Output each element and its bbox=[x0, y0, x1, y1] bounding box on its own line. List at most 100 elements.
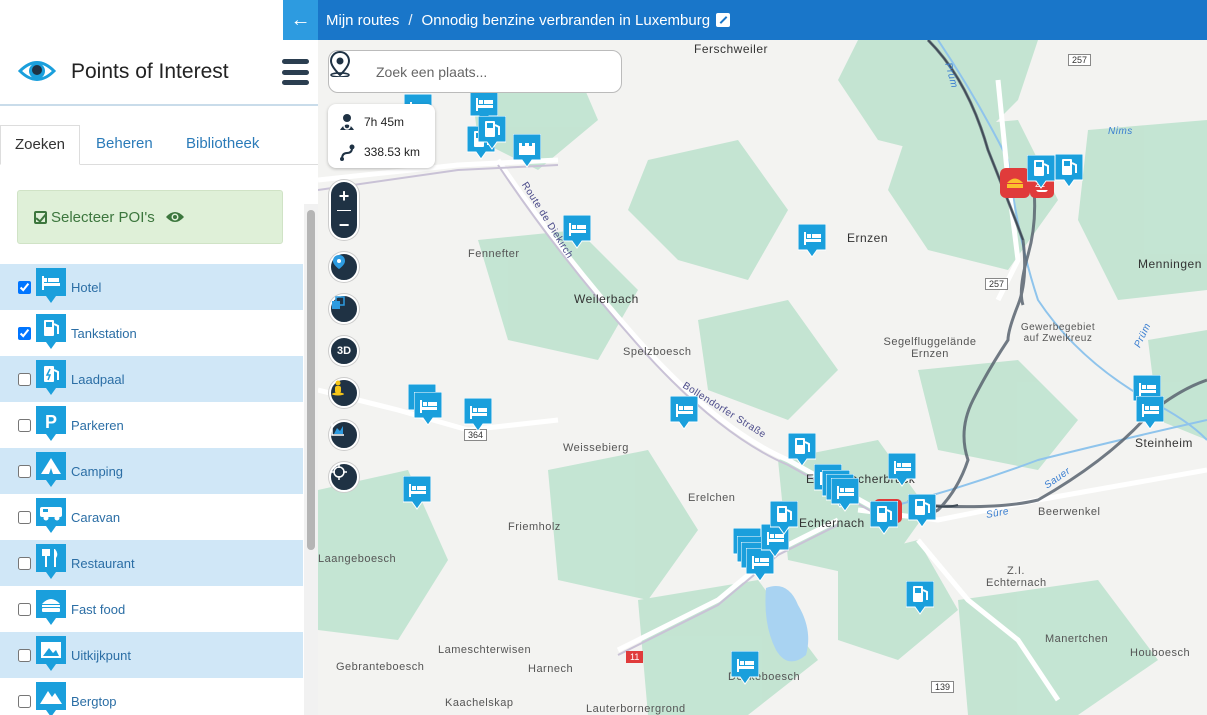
map-label-friemholz: Friemholz bbox=[508, 521, 561, 533]
hotel-marker[interactable] bbox=[888, 453, 916, 487]
select-poi-button[interactable]: Selecteer POI's bbox=[17, 190, 283, 244]
fuel-marker[interactable] bbox=[478, 116, 506, 150]
hotel-marker[interactable] bbox=[403, 476, 431, 510]
map-label-zi-echternach: Z.I. Echternach bbox=[986, 565, 1047, 589]
poi-checkbox[interactable] bbox=[18, 602, 31, 616]
arrow-left-icon: ← bbox=[290, 8, 311, 31]
map-label-spelzboesch: Spelzboesch bbox=[623, 346, 692, 358]
tab-zoeken[interactable]: Zoeken bbox=[0, 125, 80, 165]
map-label-weissebierg: Weissebierg bbox=[563, 442, 629, 454]
fuel-marker[interactable] bbox=[770, 501, 798, 535]
map-label-houboesch: Houboesch bbox=[1130, 647, 1191, 659]
fastfood-warning-icon[interactable] bbox=[1000, 168, 1030, 198]
tab-bibliotheek[interactable]: Bibliotheek bbox=[186, 125, 259, 165]
hotel-marker[interactable] bbox=[831, 478, 859, 512]
map-label-segelfluggelande: Segelfluggelände Ernzen bbox=[883, 336, 977, 360]
restaurant-icon bbox=[36, 544, 66, 579]
poi-item-bergtop[interactable]: Bergtop bbox=[0, 678, 303, 715]
road-shield: 257 bbox=[985, 278, 1009, 290]
breadcrumb-current: Onnodig benzine verbranden in Luxemburg bbox=[421, 11, 711, 29]
poi-item-caravan[interactable]: Caravan bbox=[0, 494, 303, 540]
map-label-lameschterwisen: Lameschterwisen bbox=[438, 644, 532, 656]
poi-item-uitkijkpunt[interactable]: Uitkijkpunt bbox=[0, 632, 303, 678]
poi-checkbox[interactable] bbox=[18, 648, 31, 662]
hotel-marker[interactable] bbox=[731, 651, 759, 685]
poi-checkbox[interactable] bbox=[18, 280, 31, 294]
poi-item-tankstation[interactable]: Tankstation bbox=[0, 310, 303, 356]
hotel-marker[interactable] bbox=[464, 398, 492, 432]
castle-marker[interactable] bbox=[513, 134, 541, 168]
sidebar: Points of Interest Zoeken Beheren Biblio… bbox=[0, 40, 318, 715]
scrollbar-thumb[interactable] bbox=[307, 210, 315, 550]
search-input[interactable] bbox=[376, 63, 606, 80]
hotel-marker[interactable] bbox=[563, 215, 591, 249]
map-label-laangeboesch: Laangeboesch bbox=[318, 553, 397, 565]
breadcrumb: Mijn routes / Onnodig benzine verbranden… bbox=[326, 0, 731, 40]
poi-checkbox[interactable] bbox=[18, 556, 31, 570]
poi-checkbox[interactable] bbox=[18, 418, 31, 432]
fuel-marker[interactable] bbox=[1055, 154, 1083, 188]
map-label-gebranteboesch: Gebranteboesch bbox=[336, 661, 425, 673]
elevation-button[interactable] bbox=[329, 420, 359, 450]
poi-item-fast-food[interactable]: Fast food bbox=[0, 586, 303, 632]
breadcrumb-root[interactable]: Mijn routes bbox=[326, 12, 399, 29]
edit-icon[interactable] bbox=[716, 13, 731, 27]
road-shield: 257 bbox=[1068, 54, 1092, 66]
route-distance-icon bbox=[340, 144, 355, 161]
hotel-marker[interactable] bbox=[670, 396, 698, 430]
sidebar-scrollbar[interactable] bbox=[304, 204, 318, 715]
back-button[interactable]: ← bbox=[283, 0, 318, 40]
eye-icon bbox=[18, 61, 56, 81]
poi-checkbox[interactable] bbox=[18, 510, 31, 524]
map-canvas[interactable]: Ferschweiler Ernzen Menningen Fennefter … bbox=[318, 40, 1207, 715]
poi-item-hotel[interactable]: Hotel bbox=[0, 264, 303, 310]
poi-item-label: Camping bbox=[71, 463, 124, 479]
poi-item-restaurant[interactable]: Restaurant bbox=[0, 540, 303, 586]
locate-button[interactable] bbox=[329, 462, 359, 492]
caravan-icon bbox=[36, 498, 66, 533]
route-duration: 7h 45m bbox=[364, 115, 405, 129]
poi-item-label: Uitkijkpunt bbox=[71, 647, 131, 663]
poi-list: Hotel Tankstation Laadpaal P Parkeren Ca… bbox=[0, 264, 303, 715]
poi-checkbox[interactable] bbox=[18, 326, 31, 340]
hotel-marker[interactable] bbox=[798, 224, 826, 258]
location-pin-icon bbox=[333, 255, 345, 269]
map-label-steinheim: Steinheim bbox=[1135, 436, 1193, 450]
poi-item-camping[interactable]: Camping bbox=[0, 448, 303, 494]
poi-checkbox[interactable] bbox=[18, 464, 31, 478]
zoom-out-button[interactable]: − bbox=[331, 211, 357, 239]
zoom-in-button[interactable]: + bbox=[331, 182, 357, 210]
poi-item-label: Fast food bbox=[71, 601, 126, 617]
hotel-marker[interactable] bbox=[1136, 396, 1164, 430]
poi-layer-button[interactable] bbox=[329, 252, 359, 282]
menu-icon[interactable] bbox=[282, 59, 309, 85]
check-square-icon bbox=[34, 210, 47, 224]
map-background bbox=[318, 40, 1207, 715]
fuel-marker[interactable] bbox=[1027, 155, 1055, 189]
fuel-marker[interactable] bbox=[870, 501, 898, 535]
fuel-marker[interactable] bbox=[906, 581, 934, 615]
poi-item-laadpaal[interactable]: Laadpaal bbox=[0, 356, 303, 402]
road-shield: 139 bbox=[931, 681, 955, 693]
poi-item-label: Tankstation bbox=[71, 325, 137, 341]
search-box bbox=[328, 50, 622, 93]
fuel-marker[interactable] bbox=[908, 494, 936, 528]
poi-checkbox[interactable] bbox=[18, 694, 31, 708]
map-label-lauterbornergrond: Lauterbornergrond bbox=[586, 703, 686, 715]
svg-text:P: P bbox=[45, 412, 57, 432]
poi-item-parkeren[interactable]: P Parkeren bbox=[0, 402, 303, 448]
hotel-marker[interactable] bbox=[414, 392, 442, 426]
route-distance: 338.53 km bbox=[364, 145, 421, 159]
select-poi-label: Selecteer POI's bbox=[51, 208, 155, 226]
map-label-fennefter: Fennefter bbox=[468, 248, 520, 260]
3d-button[interactable]: 3D bbox=[329, 336, 359, 366]
poi-item-label: Hotel bbox=[71, 279, 102, 295]
map-label-manertchen: Manertchen bbox=[1045, 633, 1109, 645]
map-label-erelchen: Erelchen bbox=[688, 492, 736, 504]
poi-checkbox[interactable] bbox=[18, 372, 31, 386]
street-view-button[interactable] bbox=[329, 378, 359, 408]
map-label-weilerbach: Weilerbach bbox=[574, 292, 639, 306]
tab-beheren[interactable]: Beheren bbox=[96, 125, 153, 165]
map-style-button[interactable] bbox=[329, 294, 359, 324]
fuel-marker[interactable] bbox=[788, 433, 816, 467]
